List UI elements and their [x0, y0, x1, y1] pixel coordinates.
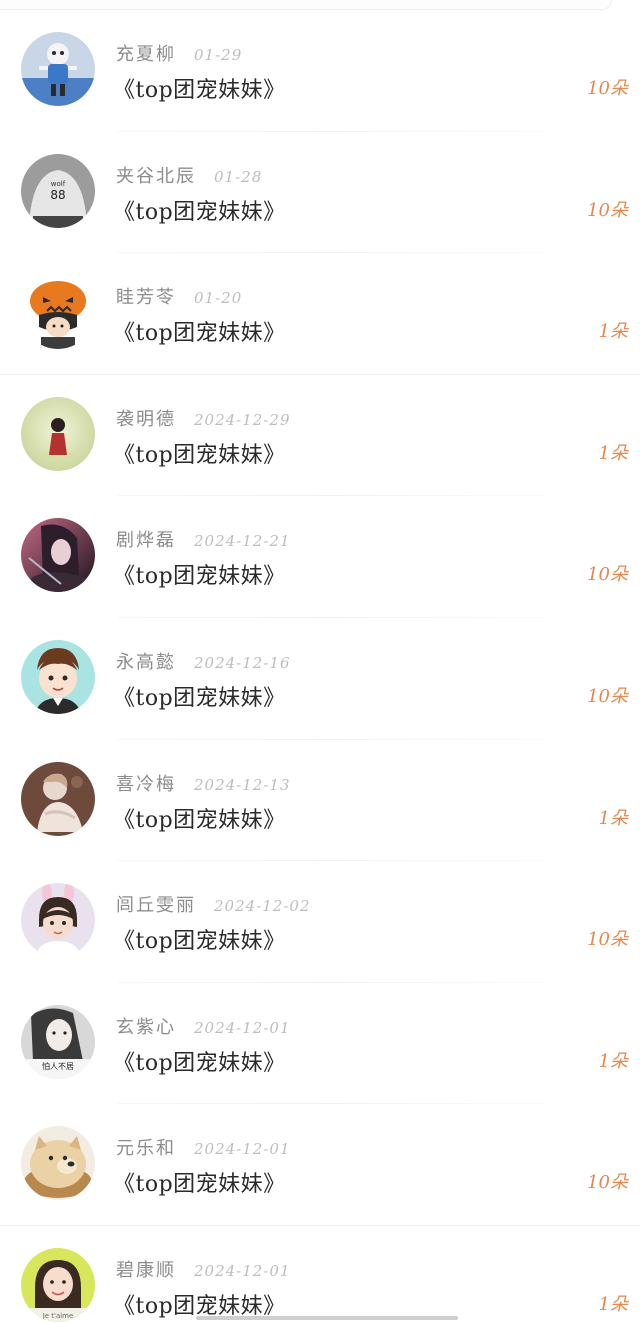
book-title[interactable]: 《top团宠妹妹》: [113, 923, 286, 955]
record-row[interactable]: 剧烨磊 2024-12-21 《top团宠妹妹》 10朵: [0, 496, 640, 618]
record-row[interactable]: 怕人不居 玄紫心 2024-12-01 《top团宠妹妹》 1朵: [0, 983, 640, 1105]
cartoon-skeleton-avatar[interactable]: [21, 32, 95, 106]
record-meta: 永高懿 2024-12-16: [116, 648, 290, 674]
smiling-girl-avatar[interactable]: Je t'aime: [21, 1247, 95, 1322]
reward-record-list[interactable]: 充夏柳 01-29 《top团宠妹妹》 10朵 wolf 88 夹谷北辰 01-…: [0, 10, 640, 1323]
wolf-88-shirt-avatar[interactable]: wolf 88: [21, 153, 95, 228]
record-row[interactable]: 充夏柳 01-29 《top团宠妹妹》 10朵: [0, 10, 640, 132]
cartoon-boy-avatar[interactable]: [21, 639, 95, 714]
flower-count: 10朵: [587, 685, 628, 707]
user-name[interactable]: 永高懿: [116, 648, 176, 674]
book-title[interactable]: 《top团宠妹妹》: [113, 437, 286, 469]
reward-list-page: 充夏柳 01-29 《top团宠妹妹》 10朵 wolf 88 夹谷北辰 01-…: [0, 0, 640, 1323]
record-row[interactable]: Je t'aime 碧康顺 2024-12-01 《top团宠妹妹》 1朵: [0, 1226, 640, 1323]
user-name[interactable]: 袭明德: [116, 405, 176, 431]
record-date: 2024-12-13: [194, 775, 291, 794]
book-title[interactable]: 《top团宠妹妹》: [113, 680, 286, 712]
top-card-edge: [0, 0, 612, 10]
record-date: 01-28: [214, 167, 263, 186]
record-date: 2024-12-01: [194, 1261, 291, 1280]
user-name[interactable]: 闾丘雯丽: [116, 891, 196, 917]
record-meta: 眭芳苓 01-20: [116, 283, 242, 309]
record-row[interactable]: 闾丘雯丽 2024-12-02 《top团宠妹妹》 10朵: [0, 861, 640, 983]
book-title[interactable]: 《top团宠妹妹》: [113, 802, 286, 834]
flower-count: 10朵: [587, 564, 628, 586]
flower-count: 10朵: [587, 78, 628, 99]
doge-bread-avatar[interactable]: [21, 1126, 95, 1201]
book-title[interactable]: 《top团宠妹妹》: [113, 1166, 286, 1198]
flower-count: 10朵: [587, 929, 628, 951]
record-row[interactable]: 眭芳苓 01-20 《top团宠妹妹》 1朵: [0, 253, 640, 375]
record-date: 2024-12-16: [194, 653, 291, 672]
user-name[interactable]: 眭芳苓: [116, 283, 176, 309]
user-name[interactable]: 元乐和: [116, 1134, 176, 1160]
record-meta: 袭明德 2024-12-29: [116, 405, 290, 431]
home-indicator-bar[interactable]: [196, 1316, 458, 1320]
user-name[interactable]: 剧烨磊: [116, 526, 176, 552]
record-date: 2024-12-02: [214, 897, 311, 916]
record-meta: 元乐和 2024-12-01: [116, 1134, 290, 1160]
record-date: 2024-12-01: [194, 1018, 291, 1037]
flower-count: 1朵: [598, 1293, 628, 1315]
record-date: 2024-12-29: [194, 410, 291, 429]
record-meta: 喜冷梅 2024-12-13: [116, 770, 290, 796]
vintage-doll-avatar[interactable]: [21, 761, 95, 836]
record-meta: 充夏柳 01-29: [116, 40, 242, 66]
avatar-caption-text: Je t'aime: [42, 1312, 74, 1320]
avatar-shirt-text: wolf: [51, 180, 66, 188]
record-meta: 剧烨磊 2024-12-21: [116, 526, 290, 552]
record-date: 01-20: [194, 289, 243, 308]
record-row[interactable]: 袭明德 2024-12-29 《top团宠妹妹》 1朵: [0, 375, 640, 497]
flower-count: 1朵: [598, 1050, 628, 1072]
flower-count: 10朵: [587, 199, 628, 221]
flower-count: 1朵: [598, 442, 628, 464]
book-title[interactable]: 《top团宠妹妹》: [113, 1045, 286, 1077]
record-meta: 夹谷北辰 01-28: [116, 162, 262, 188]
book-title[interactable]: 《top团宠妹妹》: [113, 558, 286, 590]
book-title[interactable]: 《top团宠妹妹》: [113, 315, 286, 347]
record-meta: 碧康顺 2024-12-01: [116, 1256, 290, 1282]
book-title[interactable]: 《top团宠妹妹》: [113, 194, 286, 226]
pumpkin-head-boy-avatar[interactable]: [21, 275, 95, 350]
flower-count: 1朵: [598, 321, 628, 343]
avatar-shirt-number: 88: [50, 188, 65, 202]
record-date: 2024-12-01: [194, 1140, 291, 1159]
record-row[interactable]: 喜冷梅 2024-12-13 《top团宠妹妹》 1朵: [0, 740, 640, 862]
record-date: 01-29: [194, 46, 243, 64]
user-name[interactable]: 充夏柳: [116, 40, 176, 66]
user-name[interactable]: 夹谷北辰: [116, 162, 196, 188]
user-name[interactable]: 碧康顺: [116, 1256, 176, 1282]
book-title[interactable]: 《top团宠妹妹》: [113, 72, 286, 104]
girl-portrait-avatar[interactable]: 怕人不居: [21, 1004, 95, 1079]
record-row[interactable]: 元乐和 2024-12-01 《top团宠妹妹》 10朵: [0, 1104, 640, 1226]
record-row[interactable]: wolf 88 夹谷北辰 01-28 《top团宠妹妹》 10朵: [0, 132, 640, 254]
user-name[interactable]: 玄紫心: [116, 1013, 176, 1039]
bunny-ears-child-avatar[interactable]: [21, 883, 95, 958]
avatar-caption-text: 怕人不居: [42, 1061, 74, 1071]
flower-count: 1朵: [598, 807, 628, 829]
record-meta: 闾丘雯丽 2024-12-02: [116, 891, 310, 917]
record-date: 2024-12-21: [194, 532, 291, 551]
girl-red-dress-avatar[interactable]: [21, 396, 95, 471]
record-meta: 玄紫心 2024-12-01: [116, 1013, 290, 1039]
record-row[interactable]: 永高懿 2024-12-16 《top团宠妹妹》 10朵: [0, 618, 640, 740]
flower-count: 10朵: [587, 1172, 628, 1194]
anime-dark-girl-avatar[interactable]: [21, 518, 95, 593]
user-name[interactable]: 喜冷梅: [116, 770, 176, 796]
